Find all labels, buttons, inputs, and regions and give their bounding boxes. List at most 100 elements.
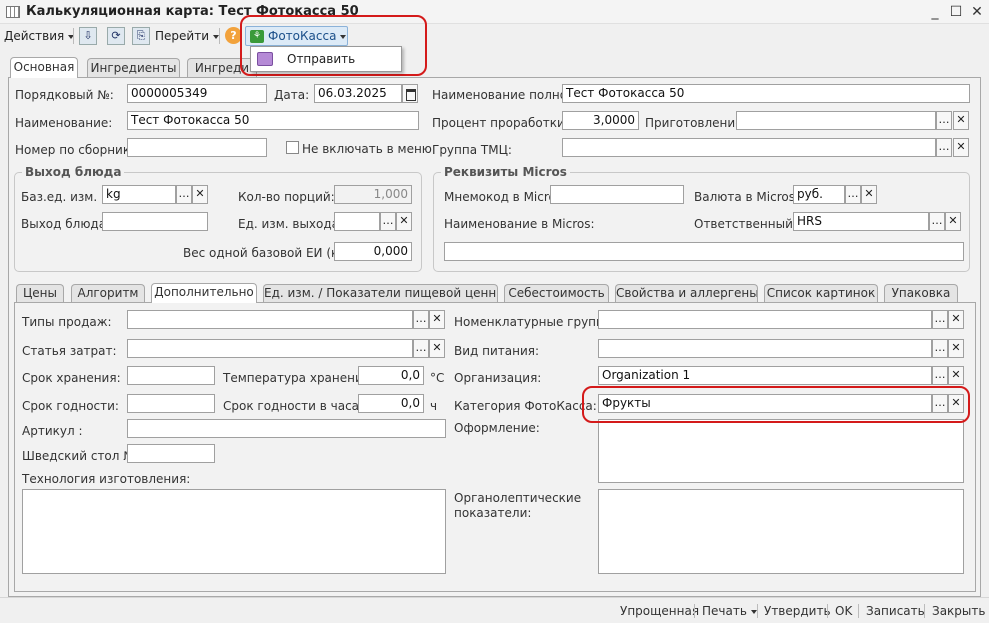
- order-number-field[interactable]: 0000005349: [127, 84, 267, 103]
- portions-field: 1,000: [334, 185, 412, 204]
- storage-label: Срок хранения:: [22, 371, 121, 385]
- nomen-groups-field[interactable]: [598, 310, 932, 329]
- name-field[interactable]: Тест Фотокасса 50: [127, 111, 419, 130]
- print-label: Печать: [702, 604, 747, 618]
- food-type-clear-icon[interactable]: ✕: [948, 339, 964, 358]
- send-menu-item[interactable]: Отправить: [287, 52, 355, 66]
- output-unit-field[interactable]: [334, 212, 380, 231]
- storage-temp-field[interactable]: 0,0: [358, 366, 424, 385]
- output-field[interactable]: [102, 212, 208, 231]
- micros-currency-field[interactable]: руб.: [793, 185, 845, 204]
- tab-main[interactable]: Основная: [10, 57, 78, 78]
- organization-clear-icon[interactable]: ✕: [948, 366, 964, 385]
- refresh-icon[interactable]: ⟳: [107, 27, 125, 45]
- separator: [858, 604, 859, 618]
- tmc-group-field[interactable]: [562, 138, 936, 157]
- save-close-icon[interactable]: ⇩: [79, 27, 97, 45]
- base-unit-field[interactable]: kg: [102, 185, 176, 204]
- fullname-field[interactable]: Тест Фотокасса 50: [562, 84, 970, 103]
- micros-mnemo-field[interactable]: [550, 185, 684, 204]
- percent-field[interactable]: 3,0000: [562, 111, 639, 130]
- organization-label: Организация:: [454, 371, 542, 385]
- actions-menu[interactable]: Действия: [4, 27, 75, 45]
- approve-button[interactable]: Утвердить: [764, 604, 831, 618]
- micros-name-field[interactable]: [444, 242, 964, 261]
- food-type-select-button[interactable]: …: [932, 339, 948, 358]
- save-button[interactable]: Записать: [866, 604, 925, 618]
- tmc-select-button[interactable]: …: [936, 138, 952, 157]
- nomen-groups-clear-icon[interactable]: ✕: [948, 310, 964, 329]
- base-weight-label: Вес одной базовой ЕИ (кг):: [183, 246, 354, 260]
- cost-item-field[interactable]: [127, 339, 413, 358]
- technology-label: Технология изготовления:: [22, 472, 191, 486]
- currency-select-button[interactable]: …: [845, 185, 861, 204]
- bottom-bar: Упрощенная Печать Утвердить OK Записать …: [0, 597, 989, 623]
- organization-select-button[interactable]: …: [932, 366, 948, 385]
- design-textarea[interactable]: [598, 419, 964, 483]
- output-unit-label: Ед. изм. выхода:: [238, 217, 344, 231]
- organoleptic-textarea[interactable]: [598, 489, 964, 574]
- close-button[interactable]: Закрыть: [932, 604, 985, 618]
- base-unit-clear-icon[interactable]: ✕: [192, 185, 208, 204]
- organoleptic-label: Органолептические показатели:: [454, 491, 582, 520]
- base-weight-field[interactable]: 0,000: [334, 242, 412, 261]
- swedish-table-field[interactable]: [127, 444, 215, 463]
- output-unit-select-button[interactable]: …: [380, 212, 396, 231]
- exclude-menu-checkbox[interactable]: [286, 141, 299, 154]
- subtab-cost[interactable]: Себестоимость: [504, 284, 609, 303]
- separator: [924, 604, 925, 618]
- base-unit-select-button[interactable]: …: [176, 185, 192, 204]
- subtab-allergens[interactable]: Свойства и аллергены: [615, 284, 758, 303]
- sale-types-select-button[interactable]: …: [413, 310, 429, 329]
- copy-doc-icon[interactable]: ⎘: [132, 27, 150, 45]
- cost-item-select-button[interactable]: …: [413, 339, 429, 358]
- shelf-life-label: Срок годности:: [22, 399, 119, 413]
- subtab-prices[interactable]: Цены: [16, 284, 64, 303]
- subtab-nutrition[interactable]: Ед. изм. / Показатели пищевой ценн...: [263, 284, 498, 303]
- goto-label: Перейти: [155, 29, 209, 43]
- tab-ingredients[interactable]: Ингредиенты: [87, 58, 180, 78]
- nomen-groups-label: Номенклатурные группы:: [454, 315, 618, 329]
- minimize-button[interactable]: _: [924, 2, 946, 22]
- responsible-select-button[interactable]: …: [929, 212, 945, 231]
- tmc-clear-icon[interactable]: ✕: [953, 138, 969, 157]
- responsible-label: Ответственный:: [694, 217, 797, 231]
- subtab-algorithm[interactable]: Алгоритм: [71, 284, 145, 303]
- storage-field[interactable]: [127, 366, 215, 385]
- calendar-icon[interactable]: [402, 84, 418, 103]
- responsible-clear-icon[interactable]: ✕: [945, 212, 961, 231]
- maximize-button[interactable]: ☐: [945, 2, 967, 22]
- shelf-hours-field[interactable]: 0,0: [358, 394, 424, 413]
- collection-field[interactable]: [127, 138, 267, 157]
- ok-button[interactable]: OK: [835, 604, 852, 618]
- subtab-packaging[interactable]: Упаковка: [884, 284, 958, 303]
- sale-types-clear-icon[interactable]: ✕: [429, 310, 445, 329]
- simplified-button[interactable]: Упрощенная: [620, 604, 699, 618]
- goto-menu[interactable]: Перейти: [155, 27, 219, 45]
- cost-item-clear-icon[interactable]: ✕: [429, 339, 445, 358]
- name-label: Наименование:: [15, 116, 113, 130]
- preparation-select-button[interactable]: …: [936, 111, 952, 130]
- organization-field[interactable]: Organization 1: [598, 366, 932, 385]
- food-type-field[interactable]: [598, 339, 932, 358]
- currency-clear-icon[interactable]: ✕: [861, 185, 877, 204]
- article-field[interactable]: [127, 419, 446, 438]
- close-window-button[interactable]: ✕: [966, 2, 988, 22]
- print-menu[interactable]: Печать: [702, 604, 757, 618]
- toolbar: Действия ⇩ ⟳ ⎘ Перейти ? ⚘ ФотоКасса: [0, 24, 989, 48]
- toolbar-separator: [73, 28, 74, 44]
- separator: [757, 604, 758, 618]
- sale-types-field[interactable]: [127, 310, 413, 329]
- technology-textarea[interactable]: [22, 489, 446, 574]
- hours-unit-label: ч: [430, 399, 438, 413]
- temp-unit-label: °C: [430, 371, 445, 385]
- nomen-groups-select-button[interactable]: …: [932, 310, 948, 329]
- subtab-additional[interactable]: Дополнительно: [151, 283, 257, 303]
- responsible-field[interactable]: HRS: [793, 212, 929, 231]
- preparation-clear-icon[interactable]: ✕: [953, 111, 969, 130]
- preparation-field[interactable]: [736, 111, 936, 130]
- output-unit-clear-icon[interactable]: ✕: [396, 212, 412, 231]
- date-field[interactable]: 06.03.2025: [314, 84, 402, 103]
- subtab-pictures[interactable]: Список картинок: [764, 284, 878, 303]
- shelf-life-field[interactable]: [127, 394, 215, 413]
